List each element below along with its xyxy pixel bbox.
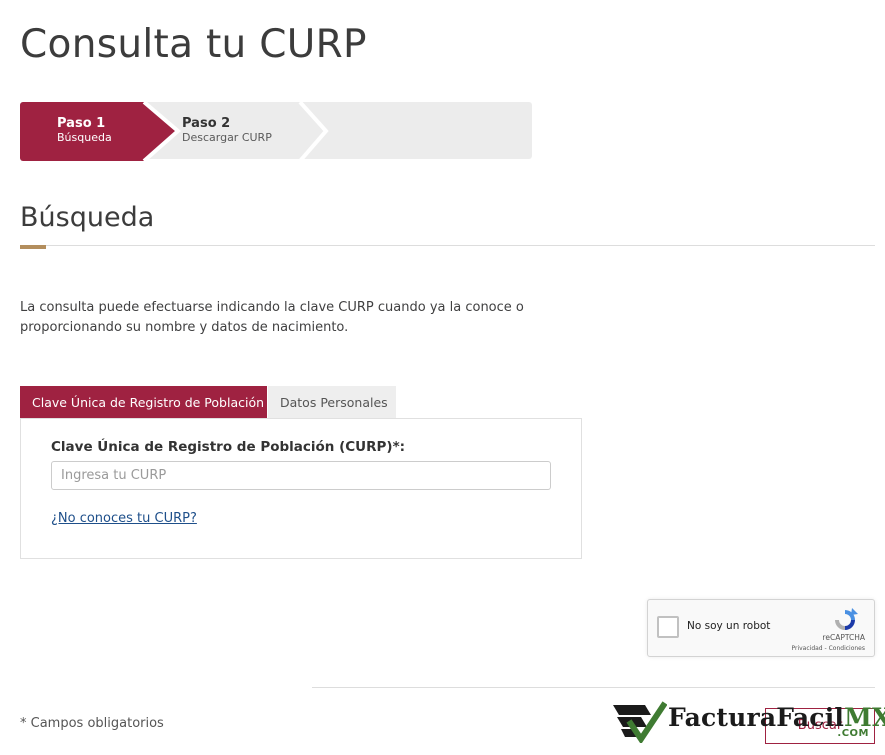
curp-panel: Clave Única de Registro de Población (CU… xyxy=(20,418,582,559)
required-fields-note: * Campos obligatorios xyxy=(20,716,164,731)
step-1: Paso 1 Búsqueda xyxy=(57,117,112,145)
tab-curp[interactable]: Clave Única de Registro de Población xyxy=(20,386,267,419)
recaptcha-logo-icon xyxy=(835,608,858,630)
forgot-curp-link[interactable]: ¿No conoces tu CURP? xyxy=(51,511,197,526)
watermark-logo-icon xyxy=(613,701,667,743)
facturafacil-watermark: FacturaFacilMX .COM xyxy=(611,697,885,745)
recaptcha-checkbox[interactable] xyxy=(657,616,679,638)
watermark-brand: FacturaFacil xyxy=(668,703,845,732)
section-title: Búsqueda xyxy=(20,202,155,233)
page-title: Consulta tu CURP xyxy=(20,22,367,67)
recaptcha-brand: reCAPTCHA xyxy=(822,633,865,642)
section-accent-bar xyxy=(20,245,46,249)
curp-input[interactable] xyxy=(51,461,551,490)
section-divider xyxy=(20,245,875,246)
watermark-domain: .COM xyxy=(837,728,869,739)
tab-datos-personales[interactable]: Datos Personales xyxy=(268,386,396,419)
step-2: Paso 2 Descargar CURP xyxy=(182,117,272,145)
search-description: La consulta puede efectuarse indicando l… xyxy=(20,300,524,335)
curp-label: Clave Única de Registro de Población (CU… xyxy=(51,439,406,455)
step-1-title: Paso 1 xyxy=(57,116,106,131)
step-1-subtitle: Búsqueda xyxy=(57,131,112,144)
recaptcha-terms[interactable]: Privacidad - Condiciones xyxy=(791,645,865,652)
footer-divider xyxy=(312,687,875,688)
step-2-title: Paso 2 xyxy=(182,116,231,131)
stepper: Paso 1 Búsqueda Paso 2 Descargar CURP xyxy=(20,102,532,161)
recaptcha-label: No soy un robot xyxy=(687,620,771,632)
step-2-subtitle: Descargar CURP xyxy=(182,131,272,144)
recaptcha-widget: No soy un robot reCAPTCHA Privacidad - C… xyxy=(647,599,875,657)
